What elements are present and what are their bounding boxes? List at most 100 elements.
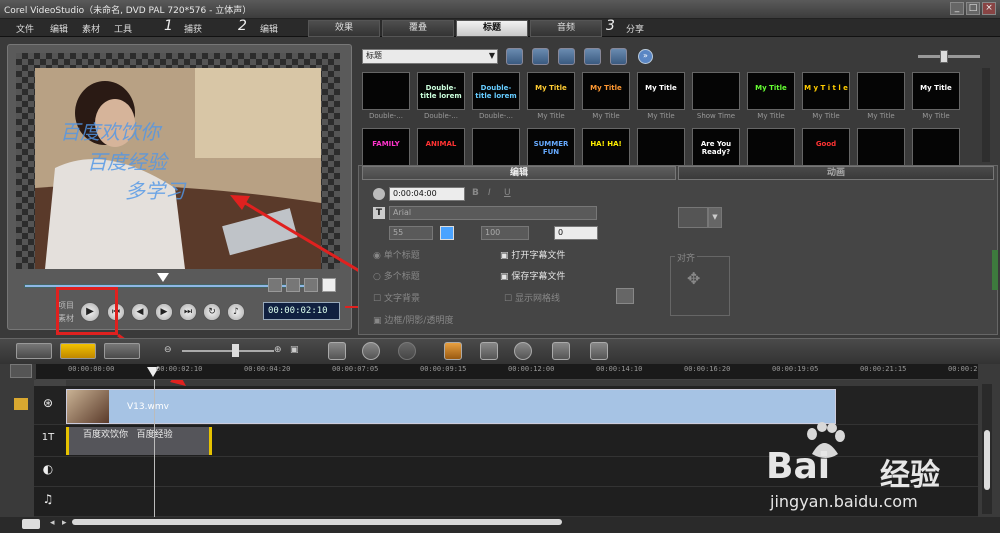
angle-field[interactable]: 0 xyxy=(554,226,598,240)
bold-icon[interactable]: B xyxy=(472,188,479,198)
grid-checkbox[interactable]: ☐ 显示网格线 xyxy=(504,291,560,304)
title-template-thumb[interactable] xyxy=(692,72,740,110)
title-template-thumb[interactable]: ANIMAL xyxy=(417,128,465,166)
title-template-thumb[interactable]: FAMILY xyxy=(362,128,410,166)
smart-proxy-icon[interactable] xyxy=(444,342,462,360)
track-add-button[interactable] xyxy=(22,519,40,529)
title-template-thumb[interactable]: Double-title lorem xyxy=(472,72,520,110)
ruler-tick-label: 00:00:16:20 xyxy=(684,365,731,373)
open-subtitle-button[interactable]: ▣ 打开字幕文件 xyxy=(500,248,565,261)
multi-trim-icon[interactable] xyxy=(552,342,570,360)
thumb-size-handle[interactable] xyxy=(940,50,948,63)
title-template-thumb[interactable]: My Title xyxy=(582,72,630,110)
track-lock-icon[interactable] xyxy=(14,398,28,410)
title-template-thumb[interactable] xyxy=(362,72,410,110)
title-clip[interactable]: 百度欢饮你 百度经验 xyxy=(66,427,212,455)
text-bg-checkbox[interactable]: ☐ 文字背景 xyxy=(373,291,420,304)
title-template-thumb[interactable] xyxy=(747,128,795,166)
film-reel-icon[interactable] xyxy=(514,342,532,360)
zoom-in-icon[interactable]: ⊕ xyxy=(274,345,282,355)
zoom-handle[interactable] xyxy=(232,344,239,357)
thumb-text: My Title xyxy=(645,84,677,92)
title-template-thumb[interactable]: HA! HA! xyxy=(582,128,630,166)
redo-icon[interactable] xyxy=(398,342,416,360)
title-template-thumb[interactable]: Are You Ready? xyxy=(692,128,740,166)
line-spacing-field[interactable]: 100 xyxy=(481,226,529,240)
playhead-line[interactable] xyxy=(154,380,155,518)
title-template-thumb[interactable]: Double-title lorem xyxy=(417,72,465,110)
thumb-text: My Title xyxy=(755,84,787,92)
title-template-thumb[interactable]: My Title xyxy=(912,72,960,110)
single-title-radio[interactable]: ◉ 单个标题 xyxy=(373,248,420,261)
grid-settings-icon[interactable] xyxy=(616,288,634,304)
tab-edit-options[interactable]: 编辑 xyxy=(362,166,676,180)
storyboard-view-button[interactable] xyxy=(16,343,52,359)
title-template-thumb[interactable]: My Title xyxy=(747,72,795,110)
timeline-view-button[interactable] xyxy=(60,343,96,359)
undo-icon[interactable] xyxy=(362,342,380,360)
align-preset-swatch[interactable] xyxy=(678,207,708,228)
zoom-slider[interactable] xyxy=(182,350,274,352)
thumb-caption: My Title xyxy=(757,112,785,120)
insert-media-icon[interactable] xyxy=(328,342,346,360)
align-grid-icon[interactable]: ✥ xyxy=(687,269,700,288)
timeline-toolbar xyxy=(0,338,1000,364)
video-track-icon: ⊛ xyxy=(42,396,54,410)
library-scrollbar[interactable] xyxy=(982,68,990,162)
ruler-tick-label: 00:00:19:05 xyxy=(772,365,819,373)
color-swatch[interactable] xyxy=(440,226,454,240)
multi-title-label: 多个标题 xyxy=(383,272,420,282)
ruler-tick-label: 00:00:2 xyxy=(948,365,978,373)
thumb-text: FAMILY xyxy=(372,140,400,148)
duration-field[interactable]: 0:00:04:00 xyxy=(389,187,465,201)
video-clip-name: V13.wmv xyxy=(127,402,169,412)
chevron-down-icon: ▼ xyxy=(488,51,495,60)
save-subtitle-label: 保存字幕文件 xyxy=(511,272,566,282)
grid-icon[interactable] xyxy=(558,48,575,65)
font-dropdown[interactable]: Arial xyxy=(389,206,597,220)
thumb-size-slider[interactable] xyxy=(918,55,980,58)
underline-icon[interactable]: U xyxy=(504,188,511,198)
title-template-thumb[interactable] xyxy=(912,128,960,166)
audio-view-button[interactable] xyxy=(104,343,140,359)
save-subtitle-button[interactable]: ▣ 保存字幕文件 xyxy=(500,269,565,282)
fit-icon[interactable]: ▣ xyxy=(290,345,299,355)
track-manager-icon[interactable] xyxy=(10,364,32,378)
folder-icon[interactable] xyxy=(506,48,523,65)
grid-label: 显示网格线 xyxy=(514,294,560,304)
title-template-thumb[interactable] xyxy=(857,128,905,166)
title-template-thumb[interactable]: M y T i t l e xyxy=(802,72,850,110)
batch-icon[interactable] xyxy=(480,342,498,360)
title-template-thumb[interactable]: SUMMER FUN xyxy=(527,128,575,166)
scroll-left-icon[interactable]: ◂ xyxy=(50,518,55,528)
video-clip[interactable]: V13.wmv xyxy=(66,389,836,424)
font-size-field[interactable]: 55 xyxy=(389,226,433,240)
tab-animation[interactable]: 动画 xyxy=(678,166,994,180)
thumb-text: M y T i t l e xyxy=(804,84,848,92)
title-template-thumb[interactable]: My Title xyxy=(637,72,685,110)
title-template-thumb[interactable] xyxy=(637,128,685,166)
refresh-icon[interactable] xyxy=(584,48,601,65)
zoom-out-icon[interactable]: ⊖ xyxy=(164,345,172,355)
timeline-hscroll[interactable] xyxy=(72,519,562,525)
title-template-thumb[interactable] xyxy=(472,128,520,166)
expand-down-icon[interactable]: » xyxy=(638,49,653,64)
title-template-thumb[interactable]: Good xyxy=(802,128,850,166)
border-shadow-button[interactable]: ▣ 边框/阴影/透明度 xyxy=(373,313,453,326)
library-dropdown[interactable]: 标题 ▼ xyxy=(362,49,498,64)
multi-title-radio[interactable]: ○ 多个标题 xyxy=(373,269,420,282)
thumb-text: My Title xyxy=(920,84,952,92)
import-icon[interactable] xyxy=(532,48,549,65)
options-icon[interactable] xyxy=(610,48,627,65)
ruler-tick-label: 00:00:07:05 xyxy=(332,365,379,373)
title-template-thumb[interactable]: My Title xyxy=(527,72,575,110)
library-header: 标题 ▼ xyxy=(358,44,998,68)
title-template-thumb[interactable] xyxy=(857,72,905,110)
chevron-down-icon[interactable]: ▼ xyxy=(708,207,722,228)
italic-icon[interactable]: I xyxy=(488,188,491,198)
export-icon[interactable] xyxy=(590,342,608,360)
thumb-caption: My Title xyxy=(922,112,950,120)
scroll-right-icon[interactable]: ▸ xyxy=(62,518,67,528)
baidu-url: jingyan.baidu.com xyxy=(770,492,918,511)
ruler-tick-label: 00:00:09:15 xyxy=(420,365,467,373)
